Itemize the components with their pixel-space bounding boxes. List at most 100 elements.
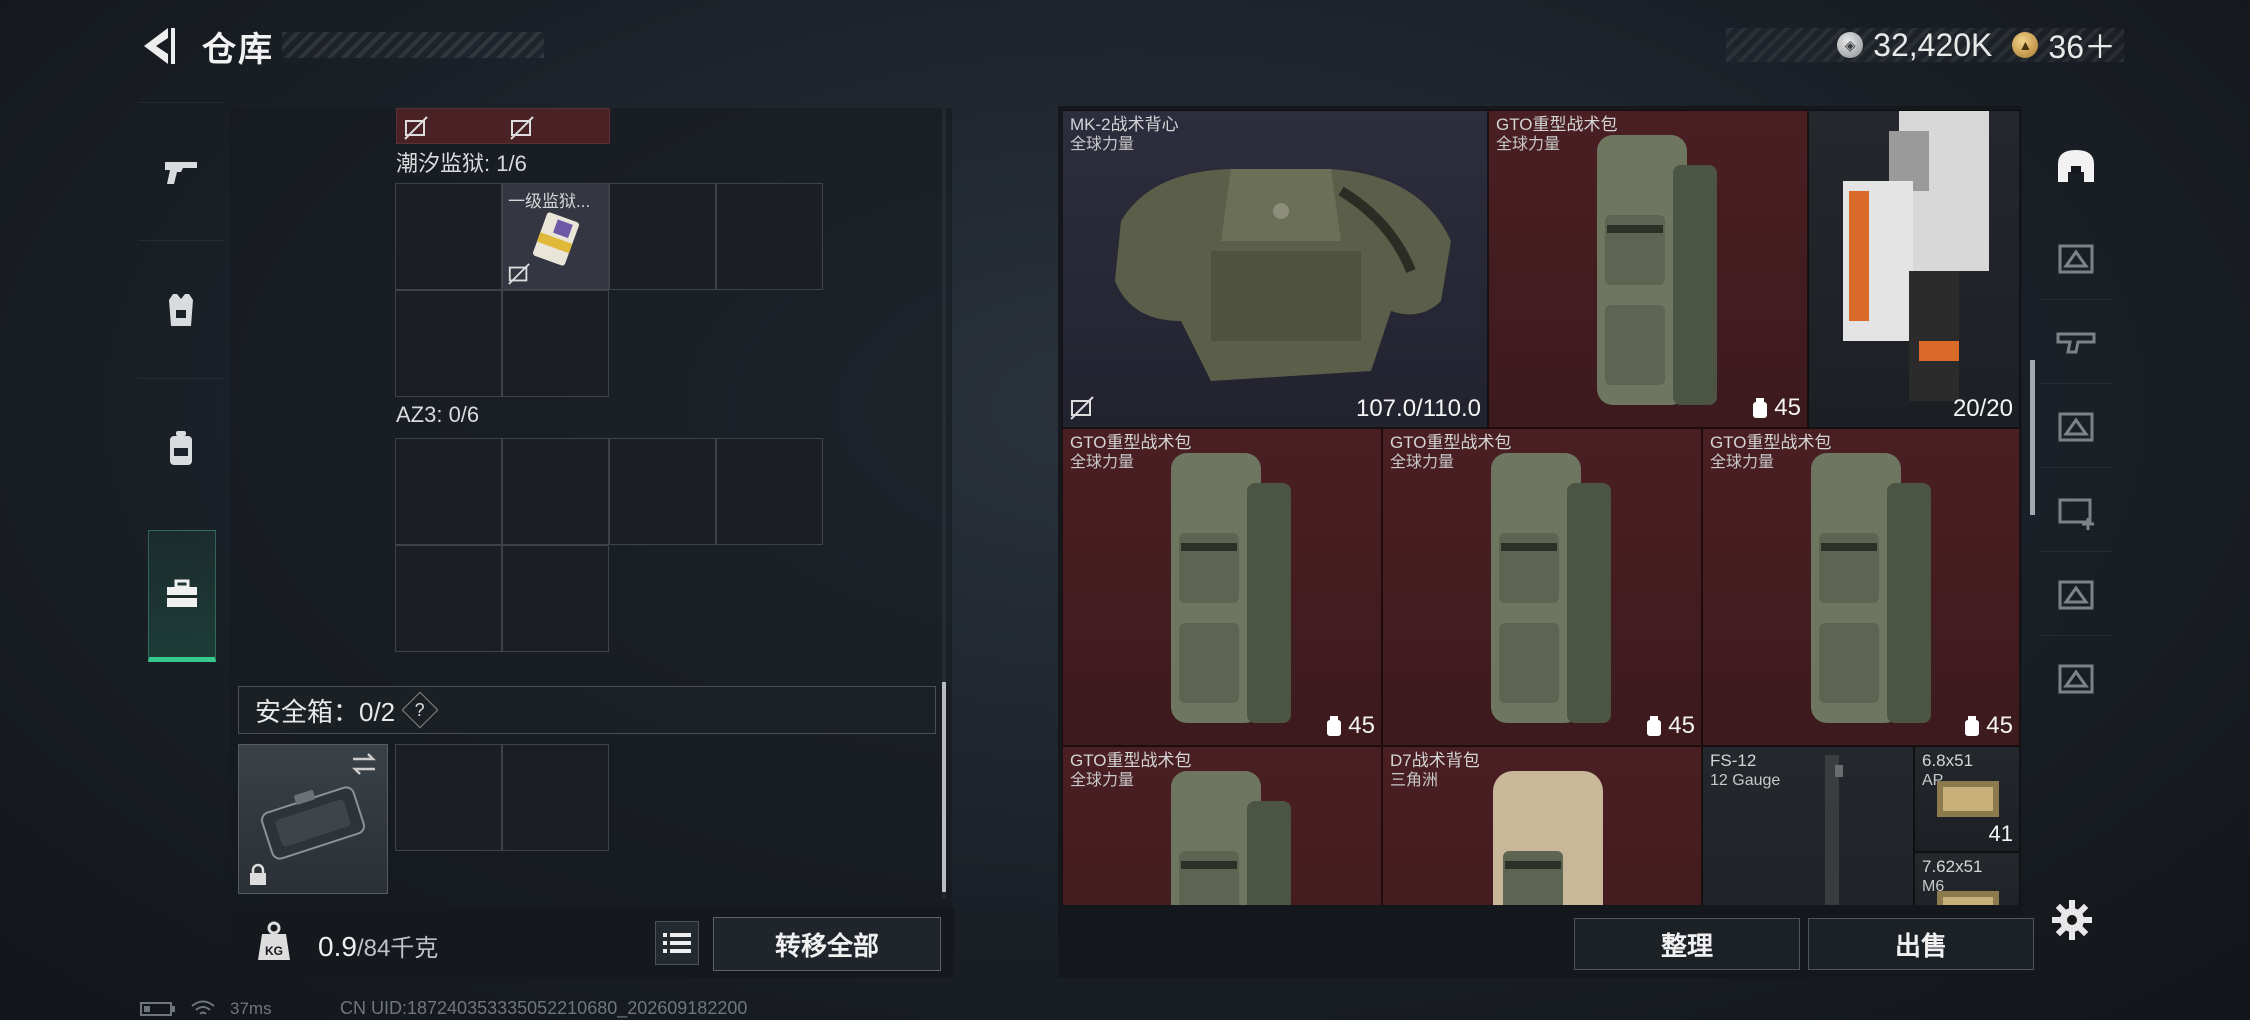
tab-container[interactable]: [148, 530, 216, 662]
item-name: 7.62x51: [1922, 857, 1983, 876]
capacity-badge: 45: [1324, 712, 1375, 740]
capacity-badge: 45: [1644, 712, 1695, 740]
tab-backpack[interactable]: [138, 378, 224, 516]
page-title: 仓库: [202, 31, 274, 69]
grid-slot[interactable]: [502, 545, 609, 652]
grid-slot[interactable]: [395, 290, 502, 397]
grid-slot[interactable]: [502, 290, 609, 397]
rifle-icon: [1843, 111, 1989, 401]
capacity-icon: [1965, 716, 1980, 736]
status-bar: 37ms: [140, 998, 272, 1020]
item-name: D7战术背包: [1390, 751, 1480, 770]
heavy-backpack-icon: [1171, 771, 1291, 905]
gold-amount[interactable]: 36＋: [2048, 22, 2116, 68]
item-type-tabs: [2040, 112, 2112, 912]
ammo-count: 20/20: [1952, 395, 2013, 422]
safe-box-header: 安全箱：0/2 ?: [238, 686, 936, 734]
safe-case-item[interactable]: [238, 744, 388, 894]
grid-slot[interactable]: [609, 183, 716, 290]
battery-icon: [140, 1002, 175, 1016]
item-name: FS-12: [1710, 751, 1757, 770]
weight-icon: KG: [248, 916, 300, 968]
back-button[interactable]: [138, 24, 178, 68]
warehouse-item[interactable]: GTO重型战术包 全球力量 45: [1382, 428, 1702, 746]
title-decoration: [282, 32, 544, 58]
transfer-all-button[interactable]: 转移全部: [713, 917, 941, 971]
grid-slot[interactable]: [395, 545, 502, 652]
user-uid: CN UID:18724035333505221068​0_2026091822…: [340, 998, 748, 1018]
tab-throwables[interactable]: [2040, 636, 2112, 720]
tab-medical[interactable]: [2040, 468, 2112, 552]
warehouse-item[interactable]: 20/20: [1808, 110, 2020, 428]
item-subtitle: 12 Gauge: [1710, 772, 1781, 789]
capacity-value: 45: [1348, 712, 1375, 739]
warehouse-item[interactable]: D7战术背包 三角洲: [1382, 746, 1702, 905]
warehouse-scrollbar[interactable]: [2030, 360, 2035, 515]
warehouse-item[interactable]: GTO重型战术包 全球力量: [1062, 746, 1382, 905]
grid-slot[interactable]: [502, 438, 609, 545]
warehouse-item[interactable]: GTO重型战术包 全球力量 45: [1702, 428, 2020, 746]
heavy-backpack-icon: [1171, 453, 1291, 723]
medkit-tier4-icon: [2058, 498, 2094, 530]
safe-slot[interactable]: [395, 744, 502, 851]
item-subtitle: 全球力量: [1390, 454, 1455, 471]
partial-item-row[interactable]: [396, 108, 610, 144]
secure-case-icon: [261, 786, 365, 860]
tab-consumables[interactable]: [2040, 552, 2112, 636]
no-insure-icon: [510, 116, 534, 140]
helmet-icon: [2058, 150, 2094, 182]
item-name: MK-2战术背心: [1070, 115, 1179, 134]
warehouse-grid: MK-2战术背心 全球力量 107.0/110.0 GTO重型战术包 全球力量 …: [1062, 110, 2020, 905]
settings-button[interactable]: [2050, 898, 2094, 942]
left-category-tabs: [138, 102, 224, 672]
grenade-tier3-icon: [2058, 664, 2094, 694]
armor-tier3-icon: [2058, 412, 2094, 441]
list-view-button[interactable]: [655, 921, 699, 965]
back-arrow-icon: [144, 28, 175, 64]
item-subtitle: 全球力量: [1496, 136, 1561, 153]
swap-icon[interactable]: [349, 751, 379, 777]
weapon-tier3-icon: [2056, 332, 2096, 353]
prison-keycard-item[interactable]: 一级监狱...: [502, 183, 609, 290]
silver-coin-icon: ◈: [1837, 32, 1864, 58]
grid-slot[interactable]: [395, 183, 502, 290]
warehouse-item[interactable]: GTO重型战术包 全球力量 45: [1488, 110, 1808, 428]
ammo-box-icon: [1937, 781, 1999, 817]
no-insure-icon: [404, 116, 428, 140]
warehouse-item[interactable]: FS-12 12 Gauge: [1702, 746, 1914, 905]
keycard-icon: [533, 212, 579, 266]
warehouse-item[interactable]: 7.62x51 M6: [1914, 852, 2020, 905]
shotgun-icon: [1825, 755, 1843, 905]
capacity-badge: 45: [1750, 394, 1801, 422]
grid-slot[interactable]: [716, 438, 823, 545]
heavy-backpack-icon: [1491, 453, 1611, 723]
backpack-icon: [170, 430, 192, 465]
safe-box-label: 安全箱：0/2: [255, 696, 396, 727]
warehouse-item[interactable]: MK-2战术背心 全球力量 107.0/110.0: [1062, 110, 1488, 428]
weight-current: 0.9: [318, 931, 357, 962]
left-scrollbar-thumb[interactable]: [942, 682, 946, 892]
warehouse-item[interactable]: 6.8x51 AP 41: [1914, 746, 2020, 852]
gear-icon: [2052, 900, 2092, 940]
warehouse-item[interactable]: GTO重型战术包 全球力量 45: [1062, 428, 1382, 746]
tab-armor[interactable]: [138, 240, 224, 378]
tab-equipment[interactable]: [2040, 384, 2112, 468]
tab-weapon-parts[interactable]: [2040, 300, 2112, 384]
capacity-value: 45: [1986, 712, 2013, 739]
grid-slot[interactable]: [609, 438, 716, 545]
sell-button[interactable]: 出售: [1808, 918, 2034, 970]
currency-bar: ◈ 32,420K ▲ 36＋: [1726, 26, 2124, 65]
lock-icon: [250, 863, 266, 885]
kg-label: KG: [265, 944, 283, 958]
tab-all-items[interactable]: [2040, 126, 2112, 210]
tactical-vest-icon: [1115, 169, 1451, 381]
tab-weapon[interactable]: [138, 102, 224, 240]
safe-slot[interactable]: [502, 744, 609, 851]
silver-amount: 32,420K: [1873, 26, 1993, 63]
help-button[interactable]: ?: [401, 691, 439, 729]
grid-slot[interactable]: [716, 183, 823, 290]
tab-ammo[interactable]: [2040, 216, 2112, 300]
armor-vest-icon: [169, 293, 193, 326]
grid-slot[interactable]: [395, 438, 502, 545]
sort-button[interactable]: 整理: [1574, 918, 1800, 970]
